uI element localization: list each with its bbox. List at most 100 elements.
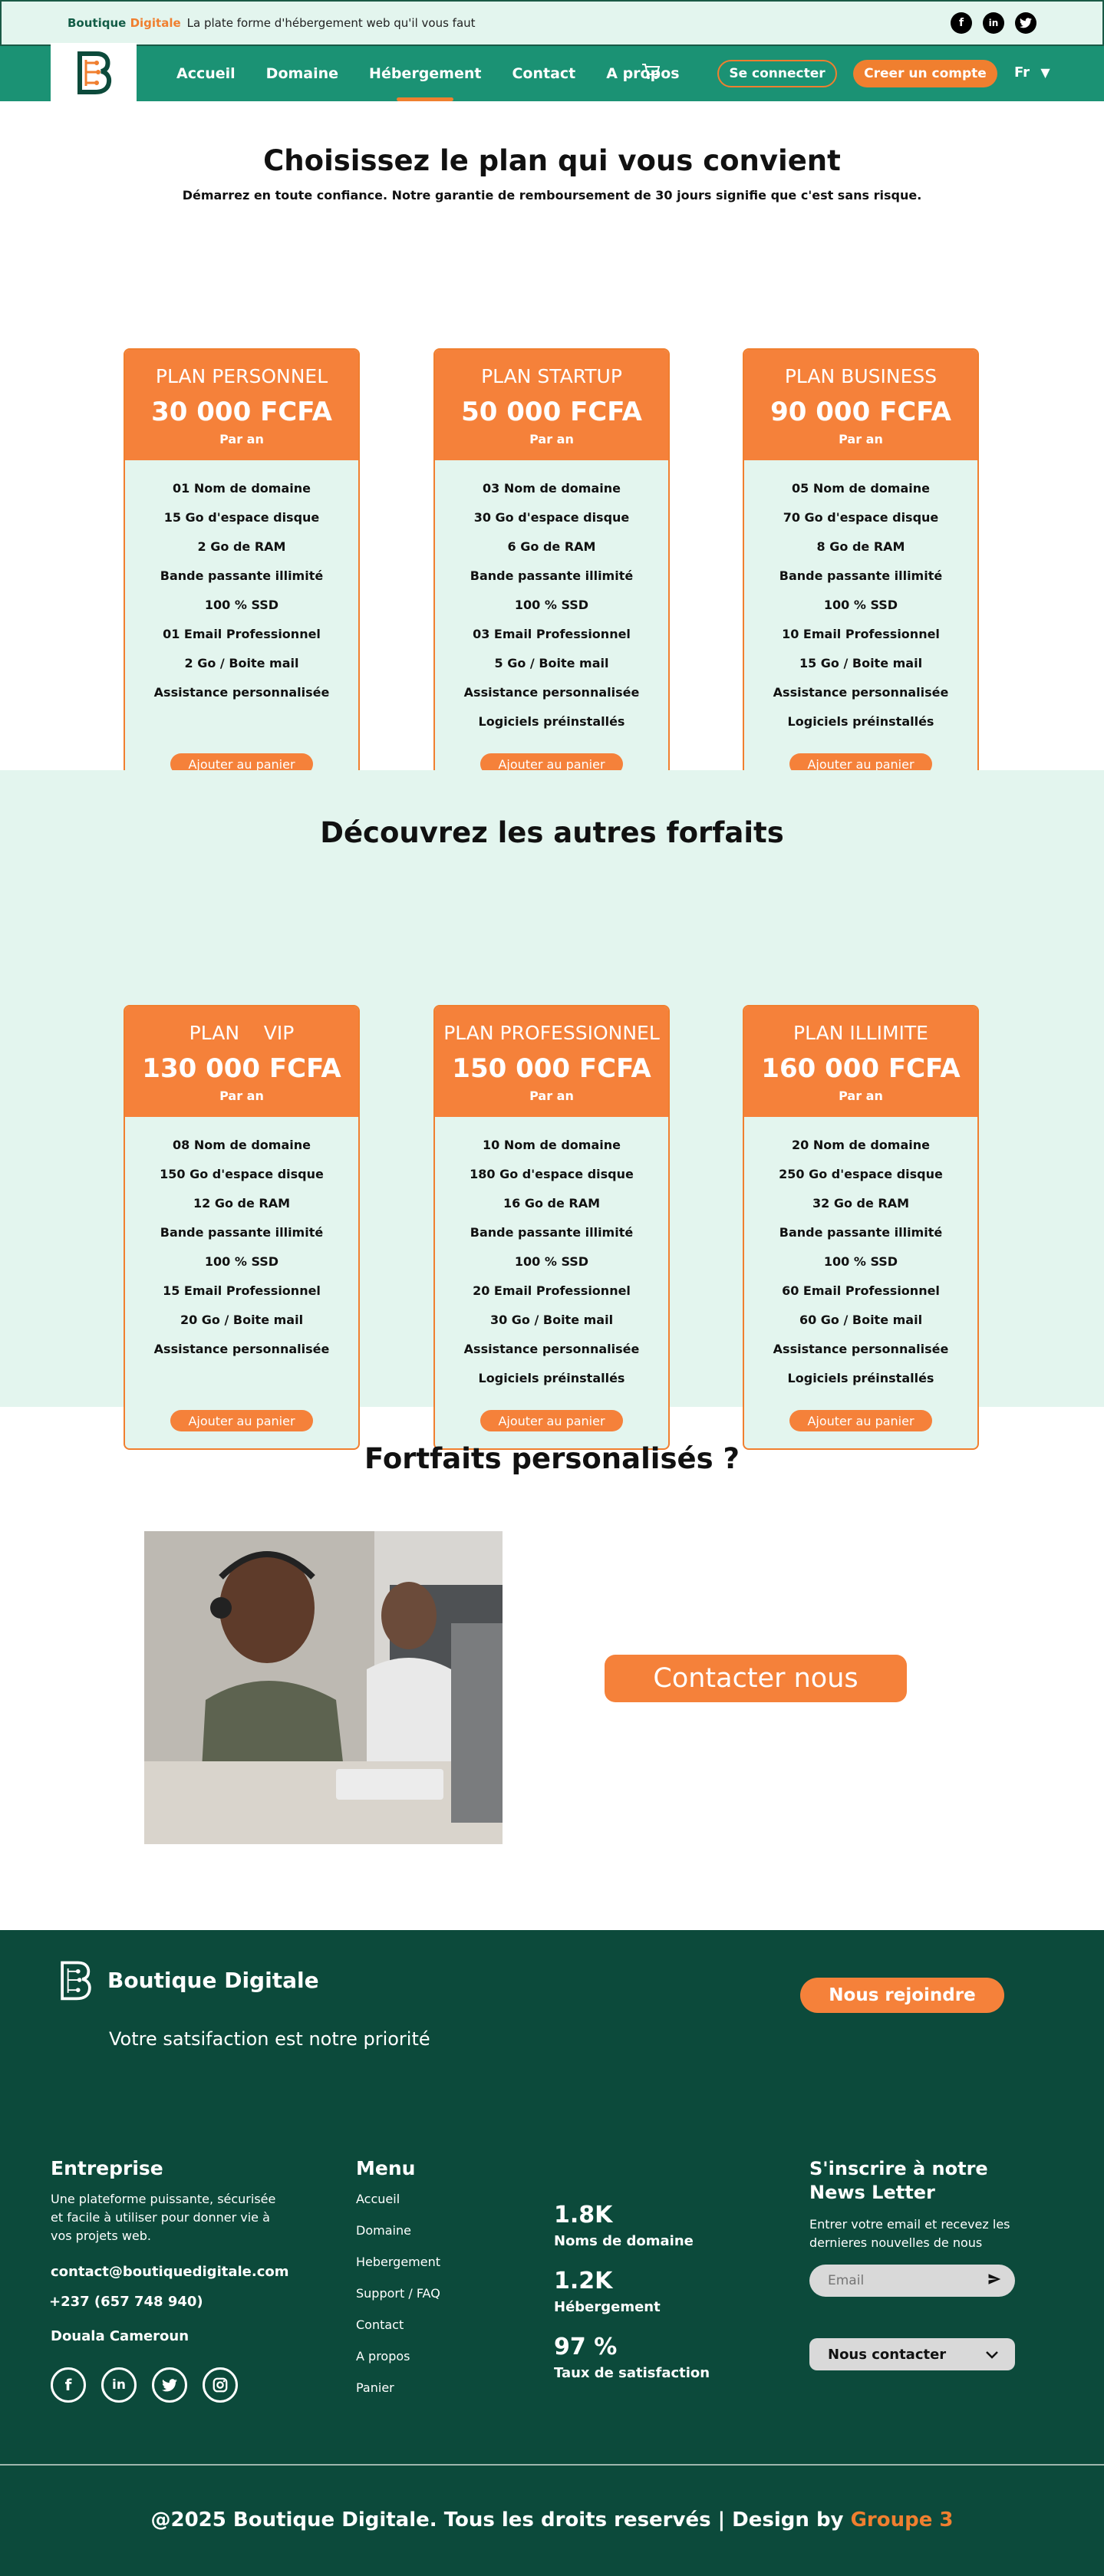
logo-b-icon (61, 1961, 91, 2001)
feature-item: 100 % SSD (823, 598, 898, 612)
newsletter-email-input[interactable] (828, 2273, 981, 2288)
footer-link-accueil[interactable]: Accueil (356, 2192, 440, 2223)
feature-item: Assistance personnalisée (463, 1342, 640, 1356)
footer-column-title: S'inscrire à notre News Letter (809, 2158, 988, 2203)
feature-item: 100 % SSD (514, 1254, 589, 1269)
plan-card-personnel: PLAN PERSONNEL 30 000 FCFA Par an 01 Nom… (124, 348, 360, 793)
copyright-text: @2025 Boutique Digitale. Tous les droits… (150, 2508, 844, 2532)
contact-email-link[interactable]: contact@boutiquedigitale.com (51, 2264, 289, 2280)
section-title: Découvrez les autres forfaits (320, 816, 784, 849)
logo-b-icon (77, 51, 112, 94)
facebook-icon[interactable]: f (951, 12, 972, 34)
cart-icon[interactable] (641, 63, 661, 84)
add-to-cart-button[interactable]: Ajouter au panier (789, 1410, 932, 1431)
login-button[interactable]: Se connecter (717, 60, 837, 87)
stat-label: Taux de satisfaction (554, 2365, 710, 2381)
signup-button[interactable]: Creer un compte (853, 60, 997, 87)
top-bar-tagline: La plate forme d'hébergement web qu'il v… (186, 16, 476, 30)
feature-item: 10 Email Professionnel (782, 627, 940, 641)
plan-period: Par an (839, 1089, 883, 1103)
nav-item-accueil[interactable]: Accueil (176, 46, 236, 101)
feature-item: 20 Nom de domaine (792, 1138, 930, 1152)
footer-stats: 1.8K Noms de domaine 1.2K Hébergement 97… (554, 2202, 710, 2400)
brand-part-2: Digitale (130, 16, 181, 30)
feature-item: 30 Go / Boite mail (489, 1313, 614, 1327)
footer-column-title: Entreprise (51, 2157, 163, 2179)
join-us-button[interactable]: Nous rejoindre (800, 1978, 1004, 2013)
feature-item: Assistance personnalisée (153, 685, 330, 700)
main-navbar: Accueil Domaine Hébergement Contact A pr… (0, 43, 1104, 101)
top-bar-brand[interactable]: Boutique Digitale (68, 16, 181, 30)
footer-link-support[interactable]: Support / FAQ (356, 2286, 440, 2317)
nav-item-domaine[interactable]: Domaine (266, 46, 338, 101)
plan-features: 10 Nom de domaine 180 Go d'espace disque… (435, 1117, 668, 1393)
footer-link-panier[interactable]: Panier (356, 2380, 440, 2412)
plan-name: PLAN PROFESSIONNEL (443, 1022, 660, 1044)
plan-price: 130 000 FCFA (142, 1053, 341, 1084)
stat-value: 1.8K (554, 2202, 613, 2228)
top-bar: Boutique Digitale La plate forme d'héber… (0, 0, 1104, 46)
plan-card-business: PLAN BUSINESS 90 000 FCFA Par an 05 Nom … (743, 348, 979, 793)
copyright: @2025 Boutique Digitale. Tous les droits… (0, 2508, 1104, 2532)
feature-item: 2 Go de RAM (197, 539, 286, 554)
twitter-icon[interactable] (1015, 12, 1036, 34)
plan-features: 05 Nom de domaine 70 Go d'espace disque … (744, 460, 977, 736)
plan-period: Par an (839, 432, 883, 446)
nav-item-hebergement[interactable]: Hébergement (369, 46, 481, 101)
contact-dropdown[interactable]: Nous contacter (809, 2338, 1015, 2370)
language-selector[interactable]: Fr ▼ (1014, 64, 1050, 81)
other-plans-header: Découvrez les autres forfaits (0, 816, 1104, 849)
footer-newsletter-column: S'inscrire à notre News Letter Entrer vo… (809, 2157, 1024, 2370)
footer-social-links: f in (51, 2367, 281, 2403)
send-icon[interactable] (987, 2272, 1001, 2289)
language-label: Fr (1014, 64, 1030, 81)
contact-us-button[interactable]: Contacter nous (605, 1655, 907, 1702)
linkedin-icon[interactable]: in (101, 2367, 137, 2403)
feature-item: 01 Nom de domaine (173, 481, 311, 496)
feature-item: 100 % SSD (514, 598, 589, 612)
plan-name: PLAN PERSONNEL (155, 365, 328, 387)
footer-link-a-propos[interactable]: A propos (356, 2349, 440, 2380)
chevron-down-icon: ▼ (1040, 65, 1050, 80)
site-logo[interactable] (51, 43, 137, 101)
feature-item: 100 % SSD (204, 1254, 279, 1269)
feature-item: 100 % SSD (823, 1254, 898, 1269)
plan-name: PLAN STARTUP (481, 365, 622, 387)
feature-item: 100 % SSD (204, 598, 279, 612)
plan-features: 08 Nom de domaine 150 Go d'espace disque… (125, 1117, 358, 1364)
feature-item: 150 Go d'espace disque (160, 1167, 324, 1181)
instagram-icon[interactable] (203, 2367, 238, 2403)
feature-item: 20 Go / Boite mail (180, 1313, 304, 1327)
feature-item: 30 Go d'espace disque (473, 510, 630, 525)
feature-item: 6 Go de RAM (507, 539, 596, 554)
footer-link-domaine[interactable]: Domaine (356, 2223, 440, 2255)
pricing-header: Choisissez le plan qui vous convient Dém… (0, 144, 1104, 203)
plan-name: PLAN ILLIMITE (793, 1022, 928, 1044)
add-to-cart-button[interactable]: Ajouter au panier (480, 1410, 623, 1431)
feature-item: 250 Go d'espace disque (779, 1167, 943, 1181)
linkedin-icon[interactable]: in (983, 12, 1004, 34)
section-title: Fortfaits personalisés ? (364, 1442, 740, 1475)
contact-phone[interactable]: +237 (657 748 940) (49, 2294, 281, 2310)
stat-value: 1.2K (554, 2268, 613, 2294)
support-agent-photo (144, 1531, 503, 1844)
facebook-icon[interactable]: f (51, 2367, 86, 2403)
plan-header: PLAN VIP 130 000 FCFA Par an (125, 1006, 358, 1117)
footer-company-column: Entreprise Une plateforme puissante, séc… (49, 2157, 289, 2403)
design-credit-link[interactable]: Groupe 3 (851, 2508, 954, 2532)
feature-item: Logiciels préinstallés (478, 1371, 625, 1385)
brand-part-1: Boutique (68, 16, 127, 30)
add-to-cart-button[interactable]: Ajouter au panier (170, 1410, 313, 1431)
nav-item-contact[interactable]: Contact (512, 46, 575, 101)
feature-item: 10 Nom de domaine (483, 1138, 621, 1152)
plan-price: 30 000 FCFA (151, 397, 332, 427)
twitter-icon[interactable] (152, 2367, 187, 2403)
footer-menu-links: Accueil Domaine Hebergement Support / FA… (356, 2192, 440, 2412)
feature-item: 70 Go d'espace disque (783, 510, 939, 525)
plan-header: PLAN BUSINESS 90 000 FCFA Par an (744, 350, 977, 460)
footer-link-hebergement[interactable]: Hebergement (356, 2255, 440, 2286)
footer-link-contact[interactable]: Contact (356, 2317, 440, 2349)
footer-brand[interactable]: Boutique Digitale (52, 1956, 319, 2004)
company-location: Douala Cameroun (51, 2328, 189, 2344)
plan-card-illimite: PLAN ILLIMITE 160 000 FCFA Par an 20 Nom… (743, 1005, 979, 1450)
